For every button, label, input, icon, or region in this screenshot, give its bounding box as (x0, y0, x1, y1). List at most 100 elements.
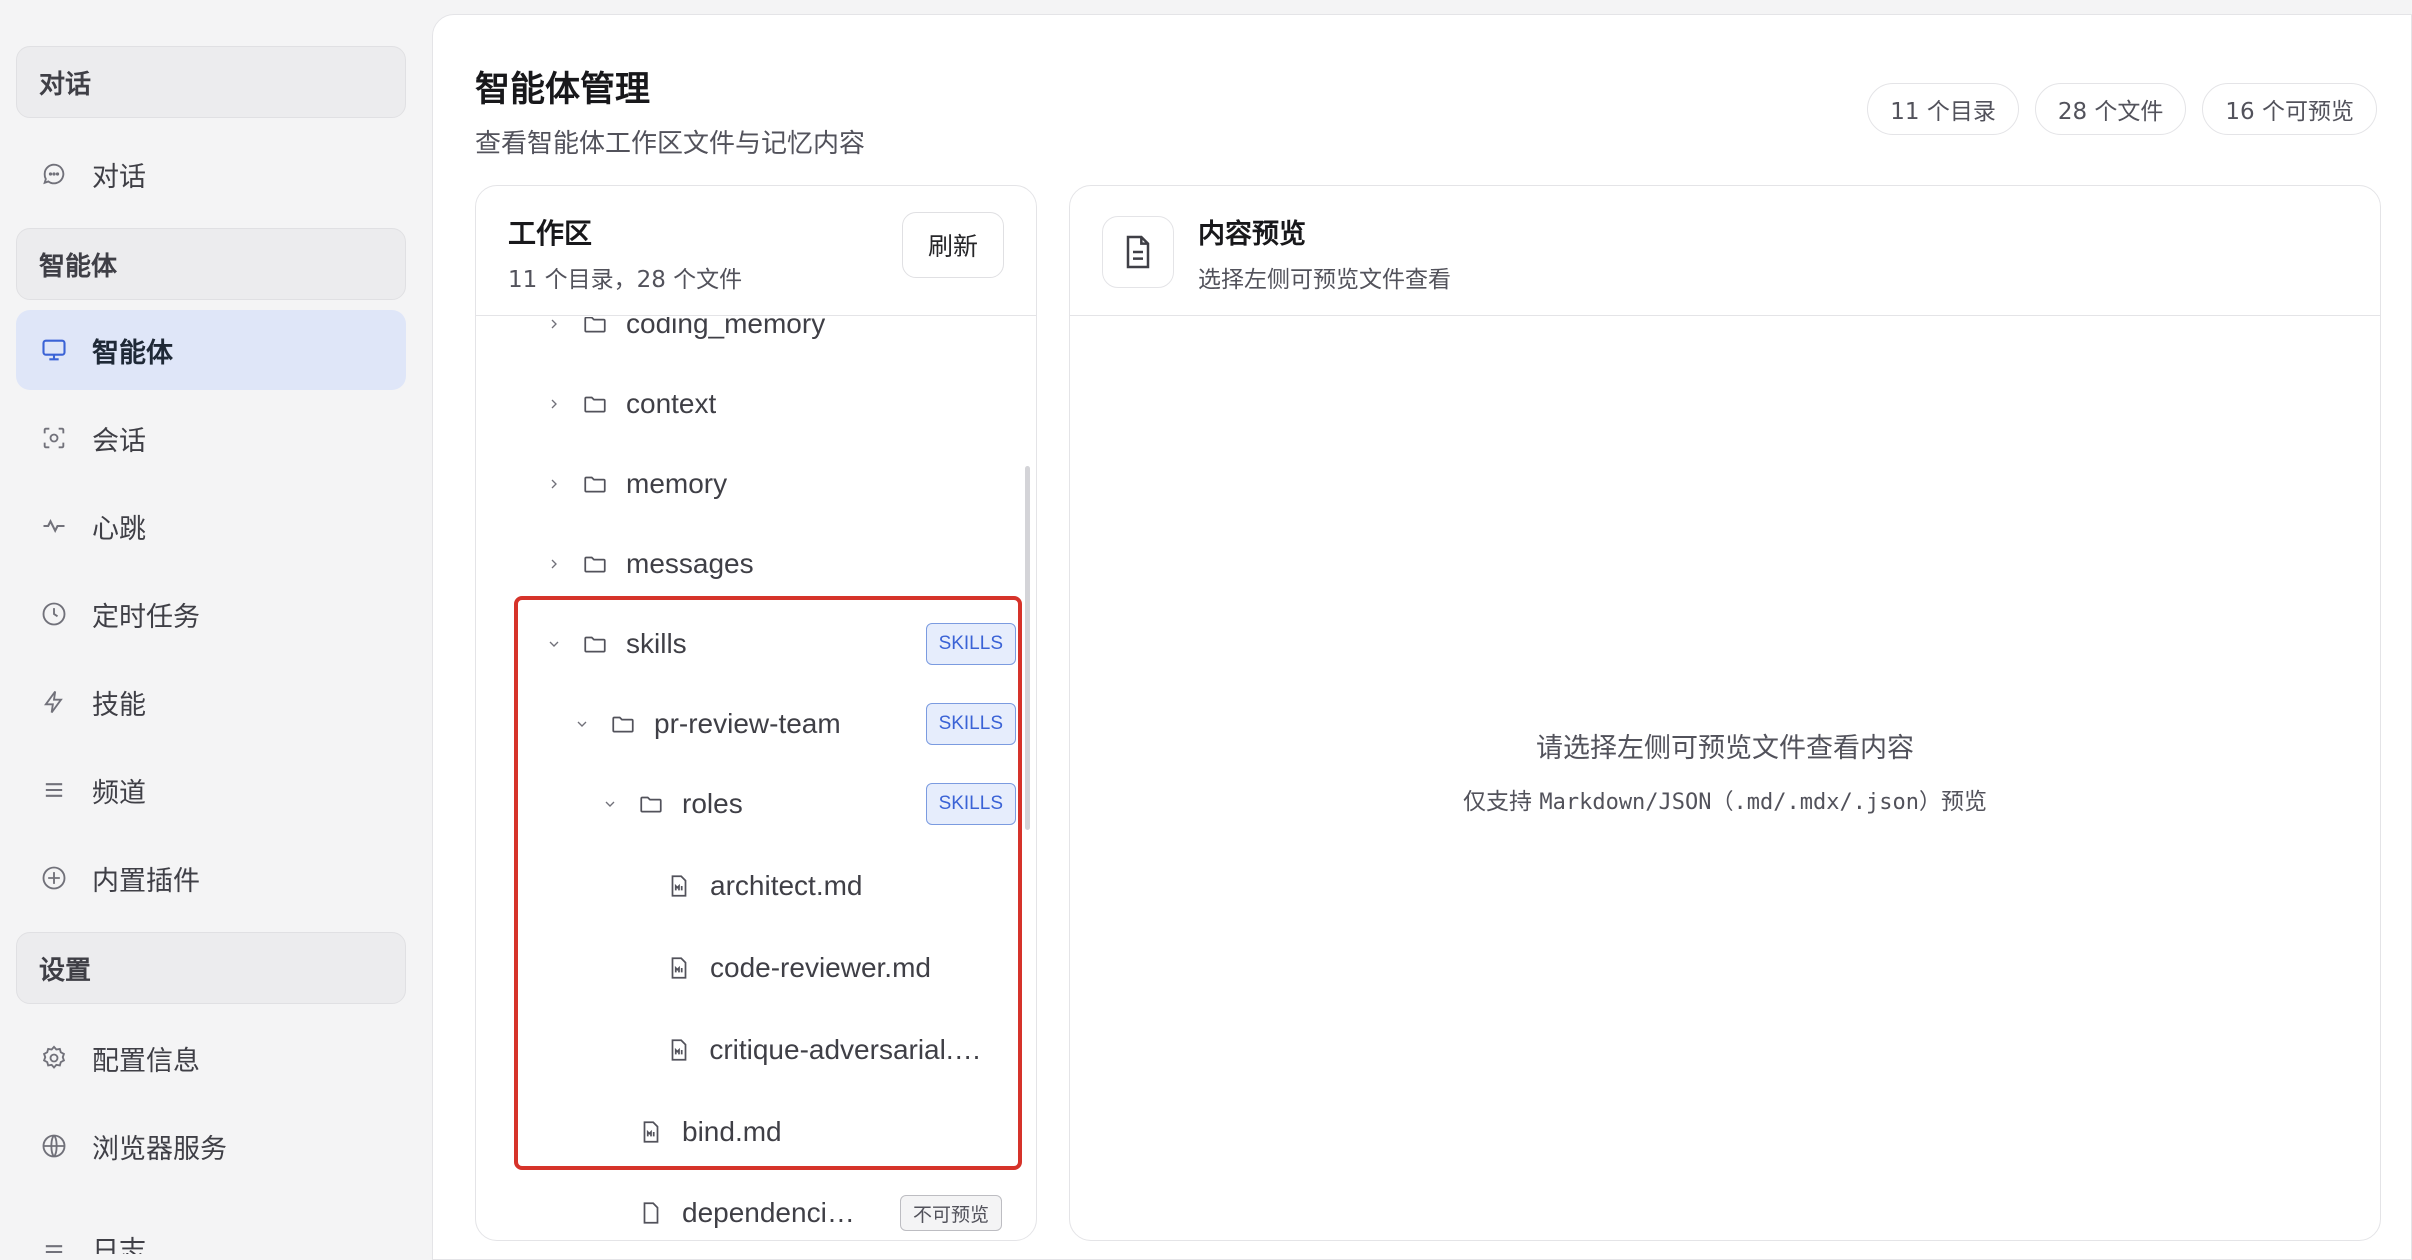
preview-empty-hint: 仅支持 Markdown/JSON（.md/.mdx/.json）预览 (1070, 782, 2380, 816)
page-title: 智能体管理 (475, 70, 651, 110)
sidebar-item-label: 浏览器服务 (92, 1133, 227, 1165)
sidebar-item-builtin-plugins[interactable]: 内置插件 (16, 838, 406, 918)
skills-badge: SKILLS (925, 783, 1016, 825)
plus-circle-icon (38, 862, 70, 894)
tree-folder-pr-review-team[interactable]: pr-review-team SKILLS (570, 692, 1016, 756)
sidebar-item-logs[interactable]: 日志 (16, 1194, 406, 1254)
tree-item-label: memory (626, 468, 728, 499)
sidebar-item-browser-service[interactable]: 浏览器服务 (16, 1106, 406, 1186)
document-icon (1102, 216, 1174, 288)
preview-subtitle: 选择左侧可预览文件查看 (1198, 267, 1451, 293)
refresh-button[interactable]: 刷新 (902, 212, 1004, 278)
tree-item-label: architect.md (710, 870, 863, 901)
workspace-summary: 11 个目录，28 个文件 (508, 267, 743, 293)
tree-item-label: coding_memory (626, 317, 826, 339)
chevron-right-icon[interactable] (542, 392, 566, 416)
tree-file-bind[interactable]: bind.md (636, 1100, 1016, 1164)
workspace-panel: 工作区 11 个目录，28 个文件 刷新 coding_memory conte… (475, 185, 1037, 1241)
tree-folder-messages[interactable]: messages (542, 532, 1036, 596)
not-previewable-badge: 不可预览 (899, 1195, 1002, 1231)
tree-file-code-reviewer[interactable]: code-reviewer.md (664, 936, 1016, 1000)
logs-icon (38, 1236, 70, 1254)
tree-file-critique-adversarial[interactable]: critique-adversarial.md (664, 1018, 986, 1082)
hint-suffix: 预览 (1940, 789, 1987, 815)
tree-folder-context[interactable]: context (542, 372, 1036, 436)
tree-item-label: skills (626, 628, 687, 659)
chevron-down-icon[interactable] (598, 792, 622, 816)
chevron-down-icon[interactable] (570, 712, 594, 736)
tree-item-label: pr-review-team (654, 708, 841, 739)
gear-icon (38, 1042, 70, 1074)
markdown-file-icon (664, 871, 694, 901)
preview-header: 内容预览 选择左侧可预览文件查看 (1070, 186, 2380, 316)
page-subtitle: 查看智能体工作区文件与记忆内容 (475, 129, 866, 159)
skills-badge: SKILLS (925, 703, 1016, 745)
tree-item-label: code-reviewer.md (710, 952, 931, 983)
skills-badge: SKILLS (925, 623, 1016, 665)
file-icon (636, 1198, 666, 1228)
monitor-icon (38, 334, 70, 366)
sidebar-group-settings[interactable]: 设置 (16, 932, 406, 1004)
sidebar-item-channels[interactable]: 频道 (16, 750, 406, 830)
sidebar-group-agent[interactable]: 智能体 (16, 228, 406, 300)
sidebar-item-label: 对话 (92, 161, 146, 193)
tree-folder-skills[interactable]: skills SKILLS (542, 612, 1016, 676)
folder-icon (636, 789, 666, 819)
stat-previewable-pill: 16 个可预览 (2202, 83, 2377, 135)
session-icon (38, 422, 70, 454)
sidebar: 对话 对话 智能体 智能体 会话 心跳 定时任务 技能 频道 内置插件 设置 配… (0, 0, 432, 1260)
sidebar-item-config-info[interactable]: 配置信息 (16, 1018, 406, 1098)
sidebar-item-label: 技能 (92, 689, 146, 721)
chat-bubble-icon (38, 158, 70, 190)
stats-pills: 11 个目录 28 个文件 16 个可预览 (1867, 83, 2377, 135)
main-panel: 智能体管理 查看智能体工作区文件与记忆内容 11 个目录 28 个文件 16 个… (432, 14, 2412, 1260)
preview-empty-message: 请选择左侧可预览文件查看内容 (1536, 733, 1914, 764)
workspace-title: 工作区 (508, 217, 593, 250)
sidebar-item-label: 配置信息 (92, 1045, 200, 1077)
sidebar-item-skills[interactable]: 技能 (16, 662, 406, 742)
globe-icon (38, 1130, 70, 1162)
preview-panel: 内容预览 选择左侧可预览文件查看 请选择左侧可预览文件查看内容 仅支持 Mark… (1069, 185, 2381, 1241)
sidebar-item-chat[interactable]: 对话 (16, 134, 406, 214)
tree-folder-coding-memory[interactable]: coding_memory (542, 317, 1036, 356)
sidebar-item-label: 频道 (92, 777, 146, 809)
sidebar-item-label: 智能体 (92, 337, 173, 369)
sidebar-item-agent[interactable]: 智能体 (16, 310, 406, 390)
folder-icon (580, 549, 610, 579)
tree-item-label: context (626, 388, 717, 419)
menu-lines-icon (38, 774, 70, 806)
markdown-file-icon (664, 1035, 693, 1065)
tree-file-dependencies[interactable]: dependencies.json 不可预览 (636, 1181, 1002, 1240)
chevron-right-icon[interactable] (542, 317, 566, 336)
tree-item-label: dependencies.json (682, 1197, 868, 1228)
lightning-icon (38, 686, 70, 718)
markdown-file-icon (636, 1117, 666, 1147)
folder-icon (580, 389, 610, 419)
sidebar-item-label: 日志 (92, 1236, 146, 1254)
heartbeat-icon (38, 510, 70, 542)
tree-item-label: roles (682, 788, 743, 819)
chevron-right-icon[interactable] (542, 552, 566, 576)
tree-file-architect[interactable]: architect.md (664, 854, 1016, 918)
file-tree[interactable]: coding_memory context memory messages sk… (476, 317, 1036, 1240)
workspace-header: 工作区 11 个目录，28 个文件 刷新 (476, 186, 1036, 316)
sidebar-item-label: 会话 (92, 425, 146, 457)
stat-dirs-pill: 11 个目录 (1867, 83, 2019, 135)
sidebar-group-chat[interactable]: 对话 (16, 46, 406, 118)
sidebar-item-session[interactable]: 会话 (16, 398, 406, 478)
sidebar-item-heartbeat[interactable]: 心跳 (16, 486, 406, 566)
sidebar-item-label: 内置插件 (92, 865, 200, 897)
tree-item-label: bind.md (682, 1116, 782, 1147)
stat-files-pill: 28 个文件 (2034, 83, 2187, 135)
hint-formats: Markdown/JSON（.md/.mdx/.json） (1539, 790, 1941, 815)
tree-folder-memory[interactable]: memory (542, 452, 1036, 516)
chevron-right-icon[interactable] (542, 472, 566, 496)
sidebar-item-label: 定时任务 (92, 601, 200, 633)
clock-icon (38, 598, 70, 630)
chevron-down-icon[interactable] (542, 632, 566, 656)
sidebar-item-label: 心跳 (92, 513, 146, 545)
tree-item-label: messages (626, 548, 754, 579)
tree-folder-roles[interactable]: roles SKILLS (598, 772, 1016, 836)
tree-scrollbar[interactable] (1025, 466, 1030, 830)
sidebar-item-scheduled-tasks[interactable]: 定时任务 (16, 574, 406, 654)
